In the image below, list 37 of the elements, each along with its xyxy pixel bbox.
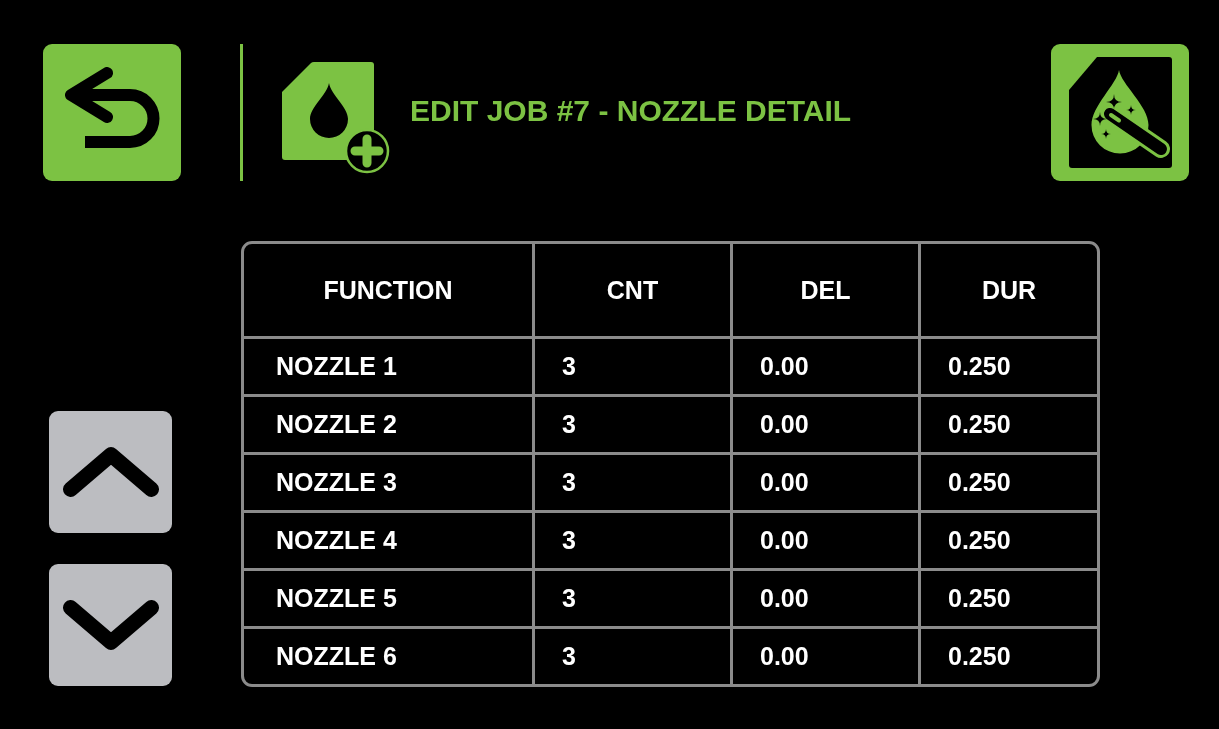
table-cell: 0.250 [921,397,1097,455]
table-cell: 0.00 [733,455,921,513]
column-header: CNT [535,244,733,339]
document-drop-wand-icon [1068,57,1172,168]
table-cell: 3 [535,571,733,629]
table-cell: 0.250 [921,571,1097,629]
table-cell: NOZZLE 4 [244,513,535,571]
table-cell: NOZZLE 2 [244,397,535,455]
column-header: FUNCTION [244,244,535,339]
magic-wand-button[interactable] [1051,44,1189,181]
column-header: DUR [921,244,1097,339]
chevron-down-icon [62,600,159,650]
back-button[interactable] [43,44,181,181]
table-cell: 0.250 [921,455,1097,513]
table-cell: 0.250 [921,339,1097,397]
table-cell: 3 [535,455,733,513]
screen-title: EDIT JOB #7 - NOZZLE DETAIL [410,93,852,128]
table-cell: NOZZLE 1 [244,339,535,397]
table-cell-text: 0.250 [947,641,1012,672]
table-cell: 0.250 [921,513,1097,571]
table-cell: 0.00 [733,513,921,571]
table-cell: 0.00 [733,397,921,455]
table-cell: 0.00 [733,339,921,397]
table-cell: 3 [535,397,733,455]
scroll-up-button[interactable] [49,411,172,533]
table-cell: 0.00 [733,629,921,684]
table-cell: NOZZLE 3 [244,455,535,513]
column-header: DEL [733,244,921,339]
table-cell: 3 [535,339,733,397]
table-cell: 0.00 [733,571,921,629]
scroll-down-button[interactable] [49,564,172,686]
table-cell: 3 [535,513,733,571]
chevron-up-icon [62,447,159,497]
document-drop-plus-icon [282,61,392,176]
table-cell: NOZZLE 5 [244,571,535,629]
table-cell: 3 [535,629,733,684]
table-cell: NOZZLE 6 [244,629,535,684]
